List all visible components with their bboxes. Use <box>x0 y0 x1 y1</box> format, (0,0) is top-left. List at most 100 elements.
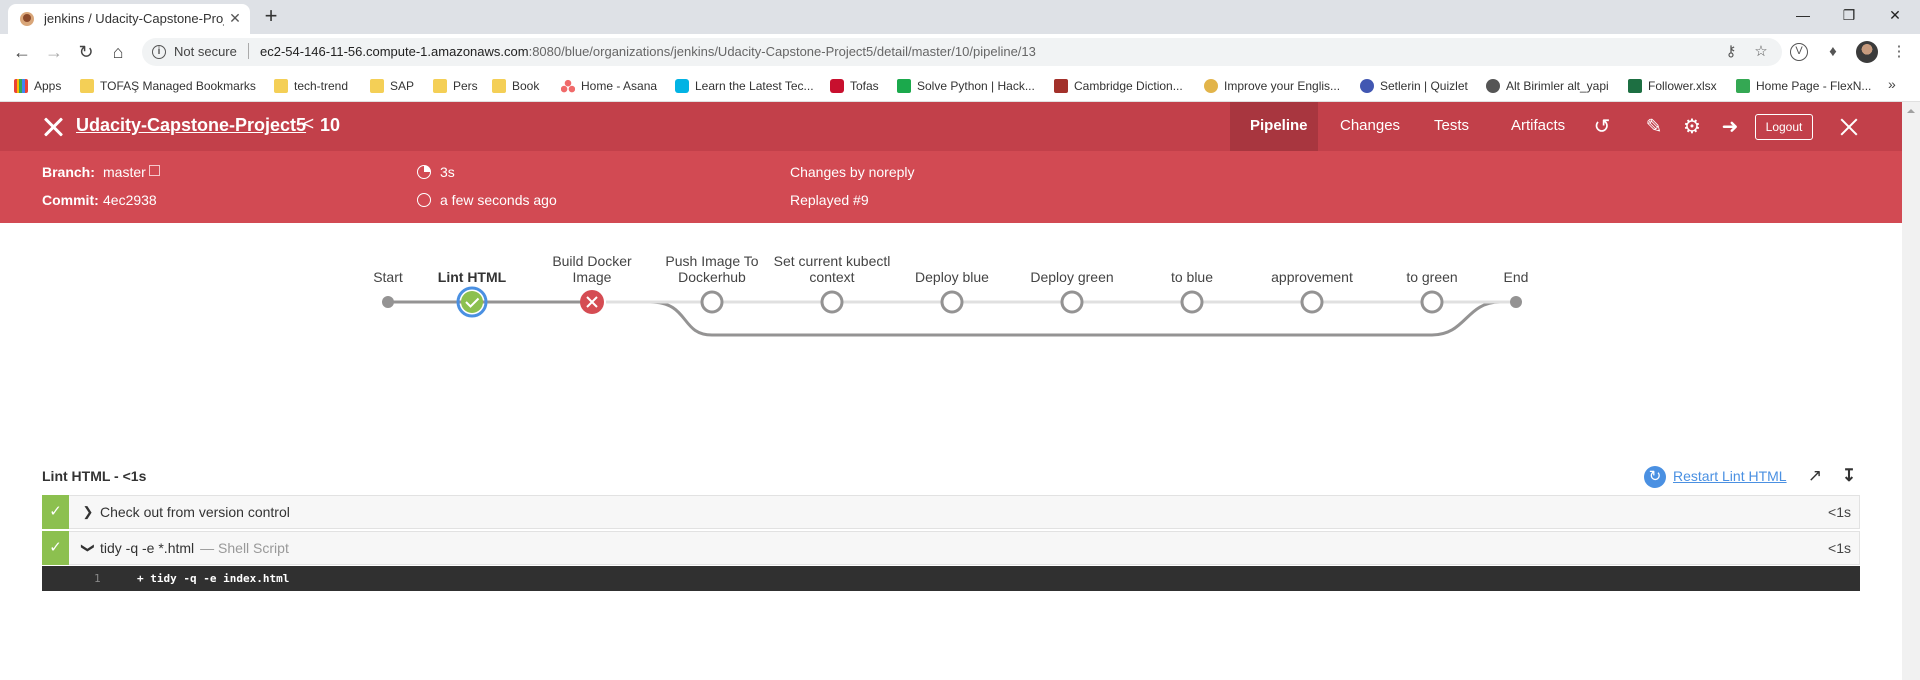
duration-icon <box>417 165 431 179</box>
log-line-number[interactable]: 1 <box>94 572 101 585</box>
bookmark-hackerrank[interactable]: Solve Python | Hack... <box>897 77 1035 95</box>
minimize-button[interactable]: — <box>1788 2 1818 28</box>
bookmark-label: Solve Python | Hack... <box>917 79 1035 93</box>
bookmark-book[interactable]: Book <box>492 77 539 95</box>
stage-label-to-blue[interactable]: to blue <box>1132 269 1252 285</box>
end-marker <box>1510 296 1522 308</box>
tab-artifacts[interactable]: Artifacts <box>1511 117 1565 134</box>
chevron-down-icon[interactable]: ❯ <box>80 541 96 555</box>
rerun-icon[interactable]: ↺ <box>1589 114 1615 140</box>
go-to-classic-icon[interactable]: ➜ <box>1717 114 1743 140</box>
address-bar[interactable]: i Not secure ec2-54-146-11-56.compute-1.… <box>142 38 1782 66</box>
stage-label-approvement[interactable]: approvement <box>1252 269 1372 285</box>
forward-arrow-icon[interactable]: → <box>42 40 66 64</box>
project-link[interactable]: Udacity-Capstone-Project5 <box>76 115 306 136</box>
info-icon[interactable]: i <box>152 45 166 59</box>
replayed-from: Replayed #9 <box>790 192 869 208</box>
restart-stage-link[interactable]: Restart Lint HTML <box>1673 468 1787 484</box>
bookmarks-overflow-icon[interactable]: » <box>1888 76 1896 92</box>
breadcrumb-separator: < <box>303 114 315 135</box>
url-text[interactable]: ec2-54-146-11-56.compute-1.amazonaws.com… <box>260 44 1036 59</box>
approvement-node[interactable] <box>1300 290 1324 314</box>
close-run-icon[interactable] <box>42 116 64 138</box>
bookmark-alt-birimler[interactable]: Alt Birimler alt_yapi <box>1486 77 1609 95</box>
asana-icon <box>561 79 575 93</box>
commit-value: 4ec2938 <box>103 192 157 208</box>
key-icon[interactable]: ⚷ <box>1720 41 1742 63</box>
bookmark-sap[interactable]: SAP <box>370 77 414 95</box>
profile-avatar[interactable] <box>1856 41 1878 63</box>
extensions-puzzle-icon[interactable]: ♦ <box>1822 41 1844 63</box>
vpn-extension-icon[interactable]: V <box>1790 43 1808 61</box>
bookmark-follower[interactable]: Follower.xlsx <box>1628 77 1717 95</box>
maximize-button[interactable]: ❐ <box>1834 2 1864 28</box>
deploy-green-node[interactable] <box>1060 290 1084 314</box>
tab-changes[interactable]: Changes <box>1340 117 1400 134</box>
stage-label-deploy-blue[interactable]: Deploy blue <box>892 269 1012 285</box>
step-log-output: 1 + tidy -q -e index.html <box>42 566 1860 591</box>
bookmark-quizlet[interactable]: Setlerin | Quizlet <box>1360 77 1468 95</box>
stage-label-build-docker-image[interactable]: Build Docker Image <box>532 253 652 285</box>
logout-button[interactable]: Logout <box>1755 114 1813 140</box>
window-close-button[interactable]: ✕ <box>1880 2 1910 28</box>
lint-html-node[interactable] <box>461 291 483 313</box>
edit-pencil-icon[interactable]: ✎ <box>1641 114 1667 140</box>
bookmark-tech-trend[interactable]: tech-trend <box>274 77 348 95</box>
clock-icon <box>417 193 431 207</box>
bookmark-udacity[interactable]: Learn the Latest Tec... <box>675 77 814 95</box>
bookmark-label: Improve your Englis... <box>1224 79 1341 93</box>
download-log-icon[interactable]: ↧ <box>1838 465 1860 487</box>
bookmark-pers[interactable]: Pers <box>433 77 478 95</box>
step-duration: <1s <box>1828 540 1851 556</box>
scroll-up-arrow-icon[interactable] <box>1906 106 1916 116</box>
external-link-icon[interactable] <box>149 165 160 176</box>
tab-pipeline[interactable]: Pipeline <box>1250 117 1308 134</box>
bookmark-label: SAP <box>390 79 415 93</box>
stage-label-deploy-green[interactable]: Deploy green <box>1012 269 1132 285</box>
reload-icon[interactable]: ↻ <box>74 40 98 64</box>
chevron-right-icon[interactable]: ❯ <box>81 504 95 520</box>
home-icon[interactable]: ⌂ <box>106 40 130 64</box>
browser-menu-icon[interactable]: ⋮ <box>1888 41 1910 63</box>
open-in-new-window-icon[interactable]: ↗ <box>1804 465 1826 487</box>
step-row-checkout[interactable]: ✓ ❯ Check out from version control <1s <box>42 495 1860 529</box>
stage-label-push-image[interactable]: Push Image To Dockerhub <box>652 253 772 285</box>
stage-label-lint-html[interactable]: Lint HTML <box>412 269 532 285</box>
folder-icon <box>492 79 506 93</box>
page-scrollbar[interactable] <box>1902 102 1920 680</box>
restart-icon[interactable]: ↻ <box>1644 466 1666 488</box>
stage-label-set-kubectl-context[interactable]: Set current kubectl context <box>772 253 892 285</box>
udacity-icon <box>675 79 689 93</box>
step-row-tidy[interactable]: ✓ ❯ tidy -q -e *.html — Shell Script <1s <box>42 531 1860 565</box>
tab-close-icon[interactable]: ✕ <box>226 9 244 27</box>
apps-grid-icon <box>14 79 28 93</box>
settings-gear-icon[interactable]: ⚙ <box>1679 114 1705 140</box>
bookmark-tofas[interactable]: Tofas <box>830 77 879 95</box>
back-arrow-icon[interactable]: ← <box>10 40 34 64</box>
bookmark-tofas-managed[interactable]: TOFAŞ Managed Bookmarks <box>80 77 256 95</box>
branch-label: Branch: <box>42 164 95 180</box>
jenkins-favicon-icon <box>20 12 34 26</box>
bookmark-improve[interactable]: Improve your Englis... <box>1204 77 1340 95</box>
connector-parallel-branch <box>606 300 1516 337</box>
bookmark-asana[interactable]: Home - Asana <box>561 77 657 95</box>
bookmark-apps[interactable]: Apps <box>14 77 61 95</box>
bookmarks-bar: Apps TOFAŞ Managed Bookmarks tech-trend … <box>0 70 1920 102</box>
bookmark-star-icon[interactable]: ☆ <box>1750 41 1772 63</box>
to-green-node[interactable] <box>1420 290 1444 314</box>
push-image-node[interactable] <box>700 290 724 314</box>
tab-title: jenkins / Udacity-Capstone-Proje <box>44 11 224 26</box>
bookmark-label: Book <box>512 79 540 93</box>
bookmark-cambridge[interactable]: Cambridge Diction... <box>1054 77 1183 95</box>
bookmark-flexn[interactable]: Home Page - FlexN... <box>1736 77 1871 95</box>
close-icon[interactable] <box>1839 117 1859 137</box>
new-tab-button[interactable]: + <box>258 4 284 30</box>
tab-tests[interactable]: Tests <box>1434 117 1469 134</box>
step-duration: <1s <box>1828 504 1851 520</box>
to-blue-node[interactable] <box>1180 290 1204 314</box>
browser-tab[interactable]: jenkins / Udacity-Capstone-Proje ✕ <box>8 4 250 34</box>
commit-label: Commit: <box>42 192 99 208</box>
deploy-blue-node[interactable] <box>940 290 964 314</box>
set-kubectl-context-node[interactable] <box>820 290 844 314</box>
branch-value[interactable]: master <box>103 164 146 180</box>
